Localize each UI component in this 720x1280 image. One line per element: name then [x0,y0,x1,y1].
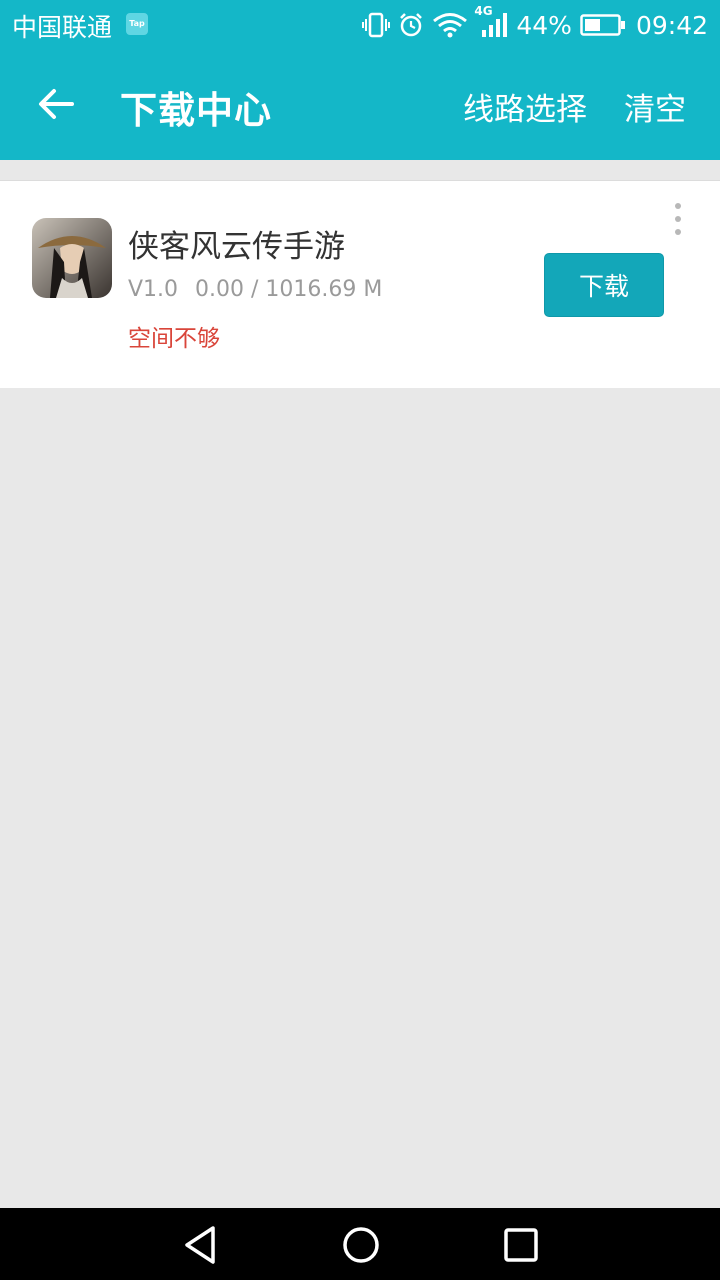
battery-percent: 44% [516,10,572,40]
status-icons: 4G 44% 09:42 [354,4,708,42]
battery-icon [580,13,626,37]
vibrate-icon [362,12,391,38]
clear-button[interactable]: 清空 [624,84,686,129]
alarm-icon [398,12,424,38]
arrow-left-icon [39,89,74,119]
nav-back-button[interactable] [178,1222,224,1268]
wifi-icon [432,12,468,38]
more-options-icon[interactable] [664,199,692,239]
status-message: 空间不够 [128,326,220,352]
status-bar: 中国联通 Tap 4G 44% 09:42 [0,0,720,50]
network-type-label: 4G [474,4,493,18]
list-item[interactable]: 侠客风云传手游 V1.0 0.00 / 1016.69 M 空间不够 下载 [0,180,720,388]
top-bar: 中国联通 Tap 4G 44% 09:42 下载中心 线路选择 清空 [0,0,720,160]
app-meta: V1.0 0.00 / 1016.69 M [128,277,382,302]
page-title: 下载中心 [120,89,272,132]
circle-home-icon [343,1227,379,1263]
back-button[interactable] [26,74,86,134]
cellular-signal-icon: 4G [474,4,510,38]
download-progress: 0.00 / 1016.69 M [195,277,383,302]
nav-home-button[interactable] [338,1222,384,1268]
route-select-button[interactable]: 线路选择 [463,84,587,129]
download-list: 侠客风云传手游 V1.0 0.00 / 1016.69 M 空间不够 下载 [0,180,720,388]
triangle-back-icon [185,1226,215,1264]
carrier-label: 中国联通 [12,13,113,42]
taptap-notification-icon: Tap [126,13,148,35]
app-bar: 下载中心 线路选择 清空 [0,50,720,160]
app-icon [32,218,112,298]
clock: 09:42 [635,10,708,40]
square-recents-icon [504,1228,538,1262]
app-name: 侠客风云传手游 [128,229,345,265]
app-version: V1.0 [128,277,179,302]
download-button[interactable]: 下载 [544,253,664,317]
system-navigation-bar [0,1208,720,1280]
nav-recent-apps-button[interactable] [498,1222,544,1268]
